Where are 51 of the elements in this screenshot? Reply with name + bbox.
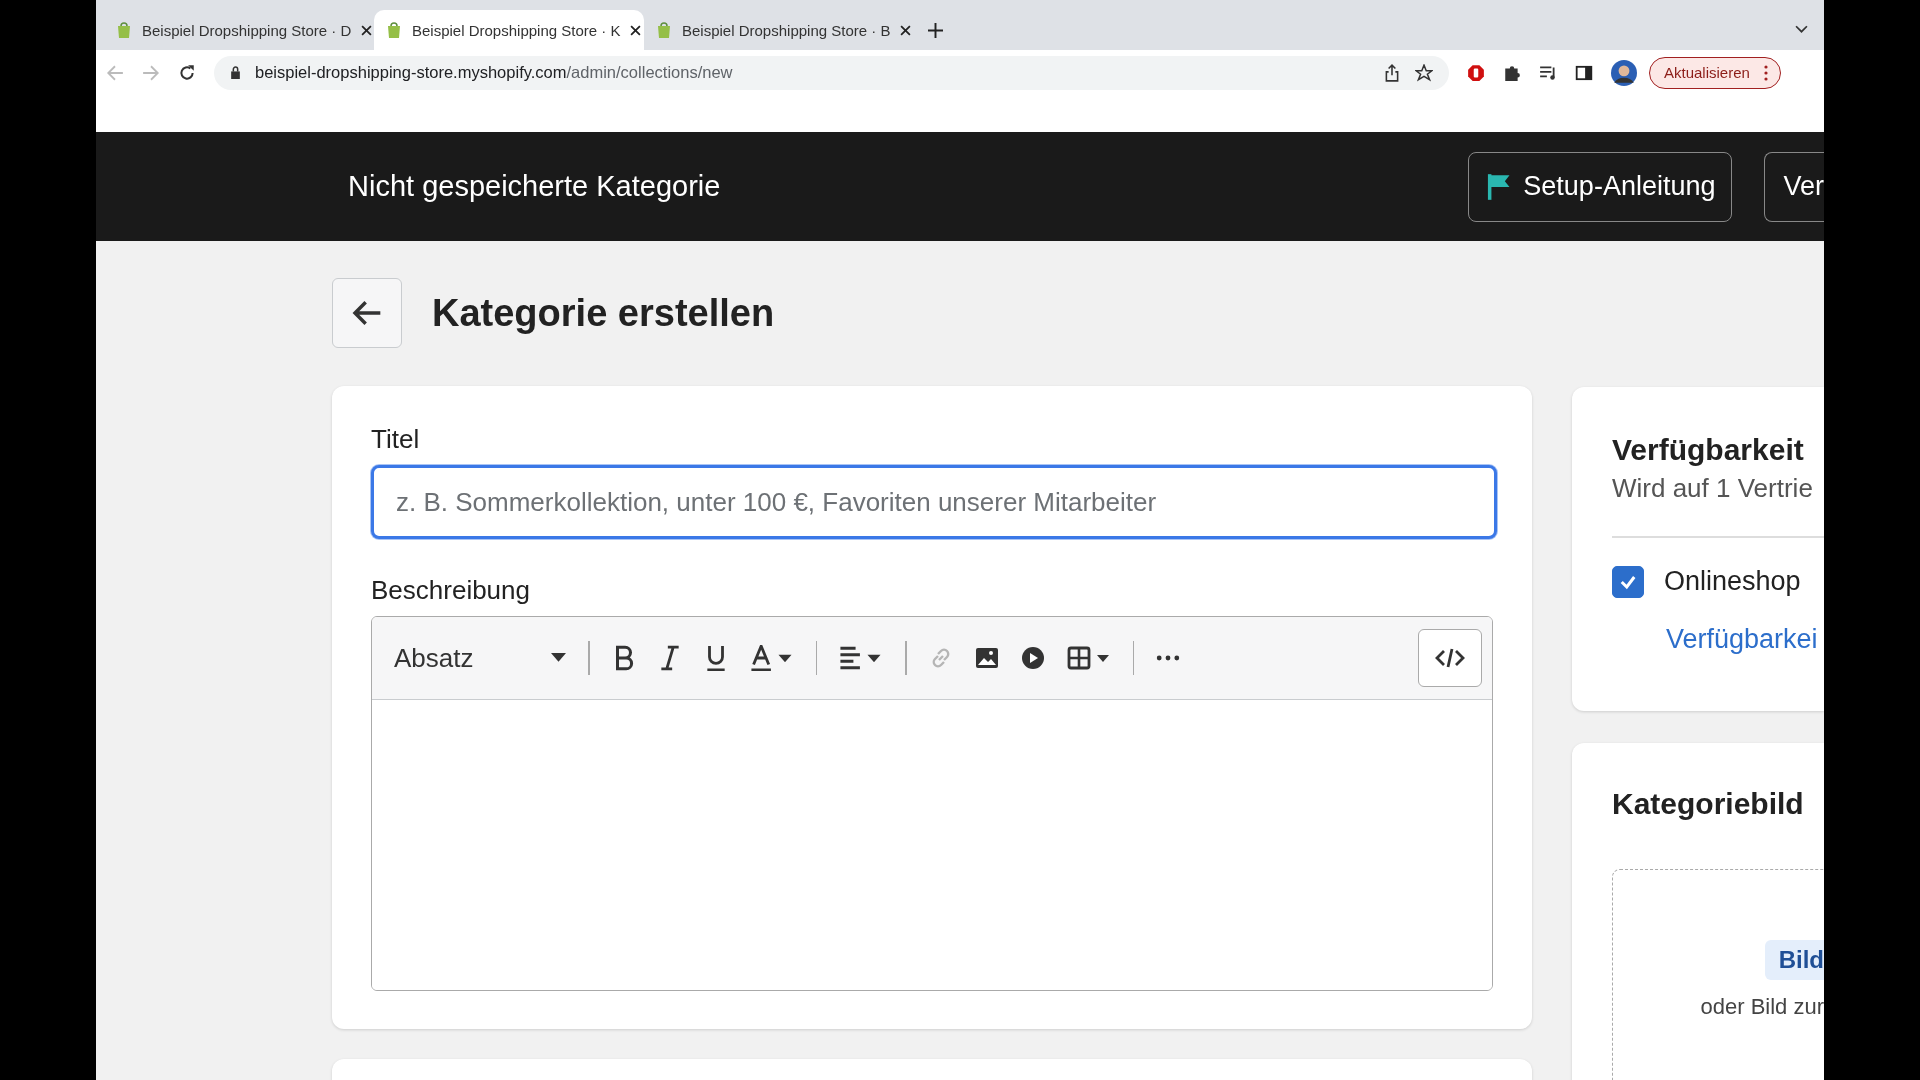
image-drop-zone[interactable]: Bild oder Bild zur bbox=[1612, 868, 1824, 1080]
side-panel-icon[interactable] bbox=[1575, 63, 1593, 82]
shopping-bag-icon bbox=[656, 21, 672, 39]
card-heading: Verfügbarkeit bbox=[1612, 433, 1805, 467]
url-text: beispiel-dropshipping-store.myshopify.com/admin/collections/new bbox=[255, 63, 733, 82]
table-icon[interactable] bbox=[1066, 645, 1111, 671]
header-title: Nicht gespeicherte Kategorie bbox=[348, 170, 721, 203]
caret-icon bbox=[551, 653, 566, 663]
flag-icon bbox=[1487, 172, 1512, 201]
checkbox[interactable] bbox=[1612, 565, 1644, 598]
more-vertical-icon bbox=[1763, 64, 1768, 81]
playlist-icon[interactable] bbox=[1539, 63, 1557, 82]
back-button[interactable] bbox=[332, 278, 402, 348]
shopping-bag-icon bbox=[116, 21, 132, 39]
add-image-button[interactable]: Bild bbox=[1764, 939, 1824, 980]
card-heading: Kategoriebild bbox=[1612, 786, 1805, 821]
close-icon[interactable] bbox=[900, 24, 912, 36]
update-button[interactable]: Aktualisieren bbox=[1649, 56, 1781, 89]
card-subtitle: Wird auf 1 Vertrie bbox=[1612, 473, 1814, 504]
reload-icon[interactable] bbox=[178, 63, 196, 82]
checkbox-label: Onlineshop bbox=[1664, 566, 1801, 597]
field-label: Titel bbox=[371, 424, 421, 455]
text-color-icon[interactable] bbox=[749, 645, 794, 671]
setup-guide-button[interactable]: Setup-Anleitung bbox=[1468, 151, 1733, 222]
close-icon[interactable] bbox=[361, 24, 373, 36]
browser-tab[interactable]: Beispiel Dropshipping Store · K bbox=[374, 10, 644, 50]
paragraph-style-dropdown[interactable]: Absatz bbox=[394, 642, 566, 674]
avatar-icon[interactable] bbox=[1611, 59, 1637, 86]
star-icon[interactable] bbox=[1415, 63, 1433, 82]
address-bar[interactable]: beispiel-dropshipping-store.myshopify.com/admin/collections/new bbox=[214, 55, 1449, 90]
code-icon bbox=[1435, 647, 1465, 669]
plus-icon[interactable] bbox=[928, 23, 943, 38]
drop-hint: oder Bild zur bbox=[1700, 993, 1824, 1020]
chevron-down-icon[interactable] bbox=[1795, 25, 1808, 34]
rich-text-editor[interactable]: Absatz bbox=[371, 616, 1493, 991]
page-title: Kategorie erstellen bbox=[432, 291, 775, 335]
lock-icon bbox=[230, 66, 241, 79]
field-label: Beschreibung bbox=[371, 575, 531, 606]
align-icon[interactable] bbox=[839, 645, 883, 671]
browser-tab[interactable]: Beispiel Dropshipping Store · D bbox=[104, 10, 374, 50]
shopping-bag-icon bbox=[386, 21, 402, 39]
puzzle-icon[interactable] bbox=[1503, 63, 1521, 82]
html-code-button[interactable] bbox=[1418, 629, 1482, 687]
header-button[interactable]: Ver bbox=[1764, 151, 1824, 222]
close-icon[interactable] bbox=[630, 24, 642, 36]
share-icon[interactable] bbox=[1383, 63, 1401, 82]
availability-link[interactable]: Verfügbarkei bbox=[1666, 623, 1824, 655]
browser-tab[interactable]: Beispiel Dropshipping Store · B bbox=[644, 10, 914, 50]
image-icon[interactable] bbox=[974, 645, 999, 671]
title-input-field[interactable]: z. B. Sommerkollektion, unter 100 €, Favoriten unserer Mitarbeiter bbox=[371, 465, 1497, 539]
play-icon[interactable] bbox=[1020, 645, 1045, 671]
